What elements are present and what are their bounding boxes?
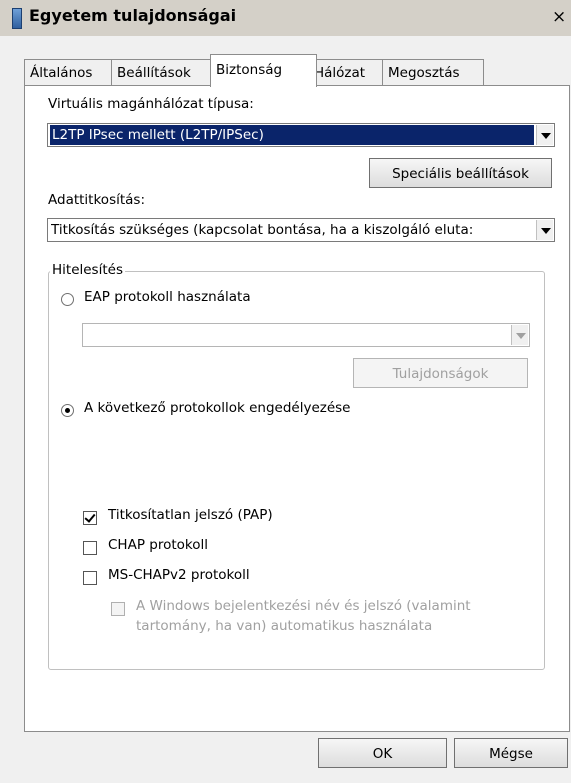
authentication-legend: Hitelesítés [50,262,125,278]
title-bar[interactable]: Egyetem tulajdonságai × [0,0,571,36]
chevron-down-icon [511,325,528,345]
encryption-label: Adattitkosítás: [48,192,145,208]
tab-halozat[interactable]: Hálózat [308,59,387,86]
vpn-type-value: L2TP IPsec mellett (L2TP/IPSec) [50,125,534,145]
eap-radio-label[interactable]: EAP protokoll használata [84,289,251,305]
pap-checkbox-label[interactable]: Titkosítatlan jelszó (PAP) [108,507,273,523]
vpn-type-label: Virtuális magánhálózat típusa: [48,96,254,112]
window-title: Egyetem tulajdonságai [29,6,237,25]
mschapv2-checkbox-label[interactable]: MS-CHAPv2 protokoll [108,567,250,583]
tab-beallitasok[interactable]: Beállítások [111,59,220,86]
mschapv2-checkbox[interactable] [83,571,97,585]
encryption-select[interactable]: Titkosítás szükséges (kapcsolat bontása,… [47,218,555,242]
encryption-value: Titkosítás szükséges (kapcsolat bontása,… [51,222,474,238]
tab-biztonsag[interactable]: Biztonság [210,54,317,87]
advanced-settings-button[interactable]: Speciális beállítások [369,158,552,188]
chevron-down-icon[interactable] [536,220,553,240]
vpn-type-select[interactable]: L2TP IPsec mellett (L2TP/IPSec) [47,123,555,147]
eap-radio[interactable] [61,293,74,306]
chevron-down-icon[interactable] [536,125,553,145]
eap-method-select [82,323,530,347]
pap-checkbox[interactable] [83,511,97,525]
tab-megosztas[interactable]: Megosztás [382,59,484,86]
ok-button[interactable]: OK [318,738,447,768]
allow-protocols-radio[interactable] [61,404,74,417]
properties-dialog: Egyetem tulajdonságai × Általános Beállí… [0,0,571,783]
cancel-button[interactable]: Mégse [454,738,568,768]
window-icon [12,8,22,29]
properties-button: Tulajdonságok [353,358,528,388]
chap-checkbox[interactable] [83,541,97,555]
tab-strip: Általános Beállítások Biztonság Hálózat … [0,54,571,87]
chap-checkbox-label[interactable]: CHAP protokoll [108,537,208,553]
windows-logon-label-line2: tartomány, ha van) automatikus használat… [136,618,433,634]
windows-logon-checkbox [111,602,125,616]
allow-protocols-radio-label[interactable]: A következő protokollok engedélyezése [84,400,350,416]
tab-altalanos[interactable]: Általános [24,59,116,86]
close-button[interactable]: × [552,6,571,28]
windows-logon-label-line1: A Windows bejelentkezési név és jelszó (… [136,598,471,614]
